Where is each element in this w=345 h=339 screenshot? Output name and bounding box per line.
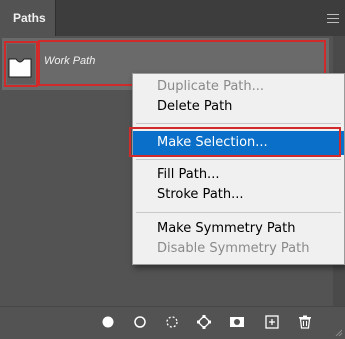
- menu-item-make-symmetry-path[interactable]: Make Symmetry Path: [157, 219, 295, 239]
- menu-item-duplicate-path: Duplicate Path...: [157, 79, 265, 94]
- make-work-path-icon[interactable]: [197, 315, 211, 329]
- new-path-icon[interactable]: [265, 315, 279, 329]
- menu-item-delete-path[interactable]: Delete Path: [157, 97, 232, 117]
- resize-grip-icon[interactable]: [334, 325, 343, 337]
- menu-selection-highlight-box: [129, 127, 341, 157]
- menu-separator: [136, 212, 341, 213]
- panel-menu-icon[interactable]: [327, 14, 339, 23]
- load-selection-icon[interactable]: [165, 315, 179, 329]
- tab-paths[interactable]: Paths: [0, 0, 56, 36]
- menu-separator: [136, 123, 341, 124]
- context-menu: Duplicate Path... Delete Path Make Selec…: [132, 73, 345, 265]
- fill-path-icon[interactable]: [101, 315, 115, 329]
- tab-paths-label: Paths: [13, 11, 46, 25]
- delete-path-icon[interactable]: [298, 315, 312, 329]
- menu-item-stroke-path[interactable]: Stroke Path...: [157, 185, 244, 205]
- menu-item-disable-symmetry-path: Disable Symmetry Path: [157, 241, 310, 256]
- menu-separator: [136, 159, 341, 160]
- panel-footer: [0, 306, 345, 337]
- path-thumbnail-icon: [4, 41, 38, 87]
- menu-item-fill-path[interactable]: Fill Path...: [157, 165, 219, 185]
- panel-header: Paths: [0, 0, 345, 36]
- add-mask-icon[interactable]: [229, 315, 244, 329]
- stroke-path-icon[interactable]: [133, 315, 147, 329]
